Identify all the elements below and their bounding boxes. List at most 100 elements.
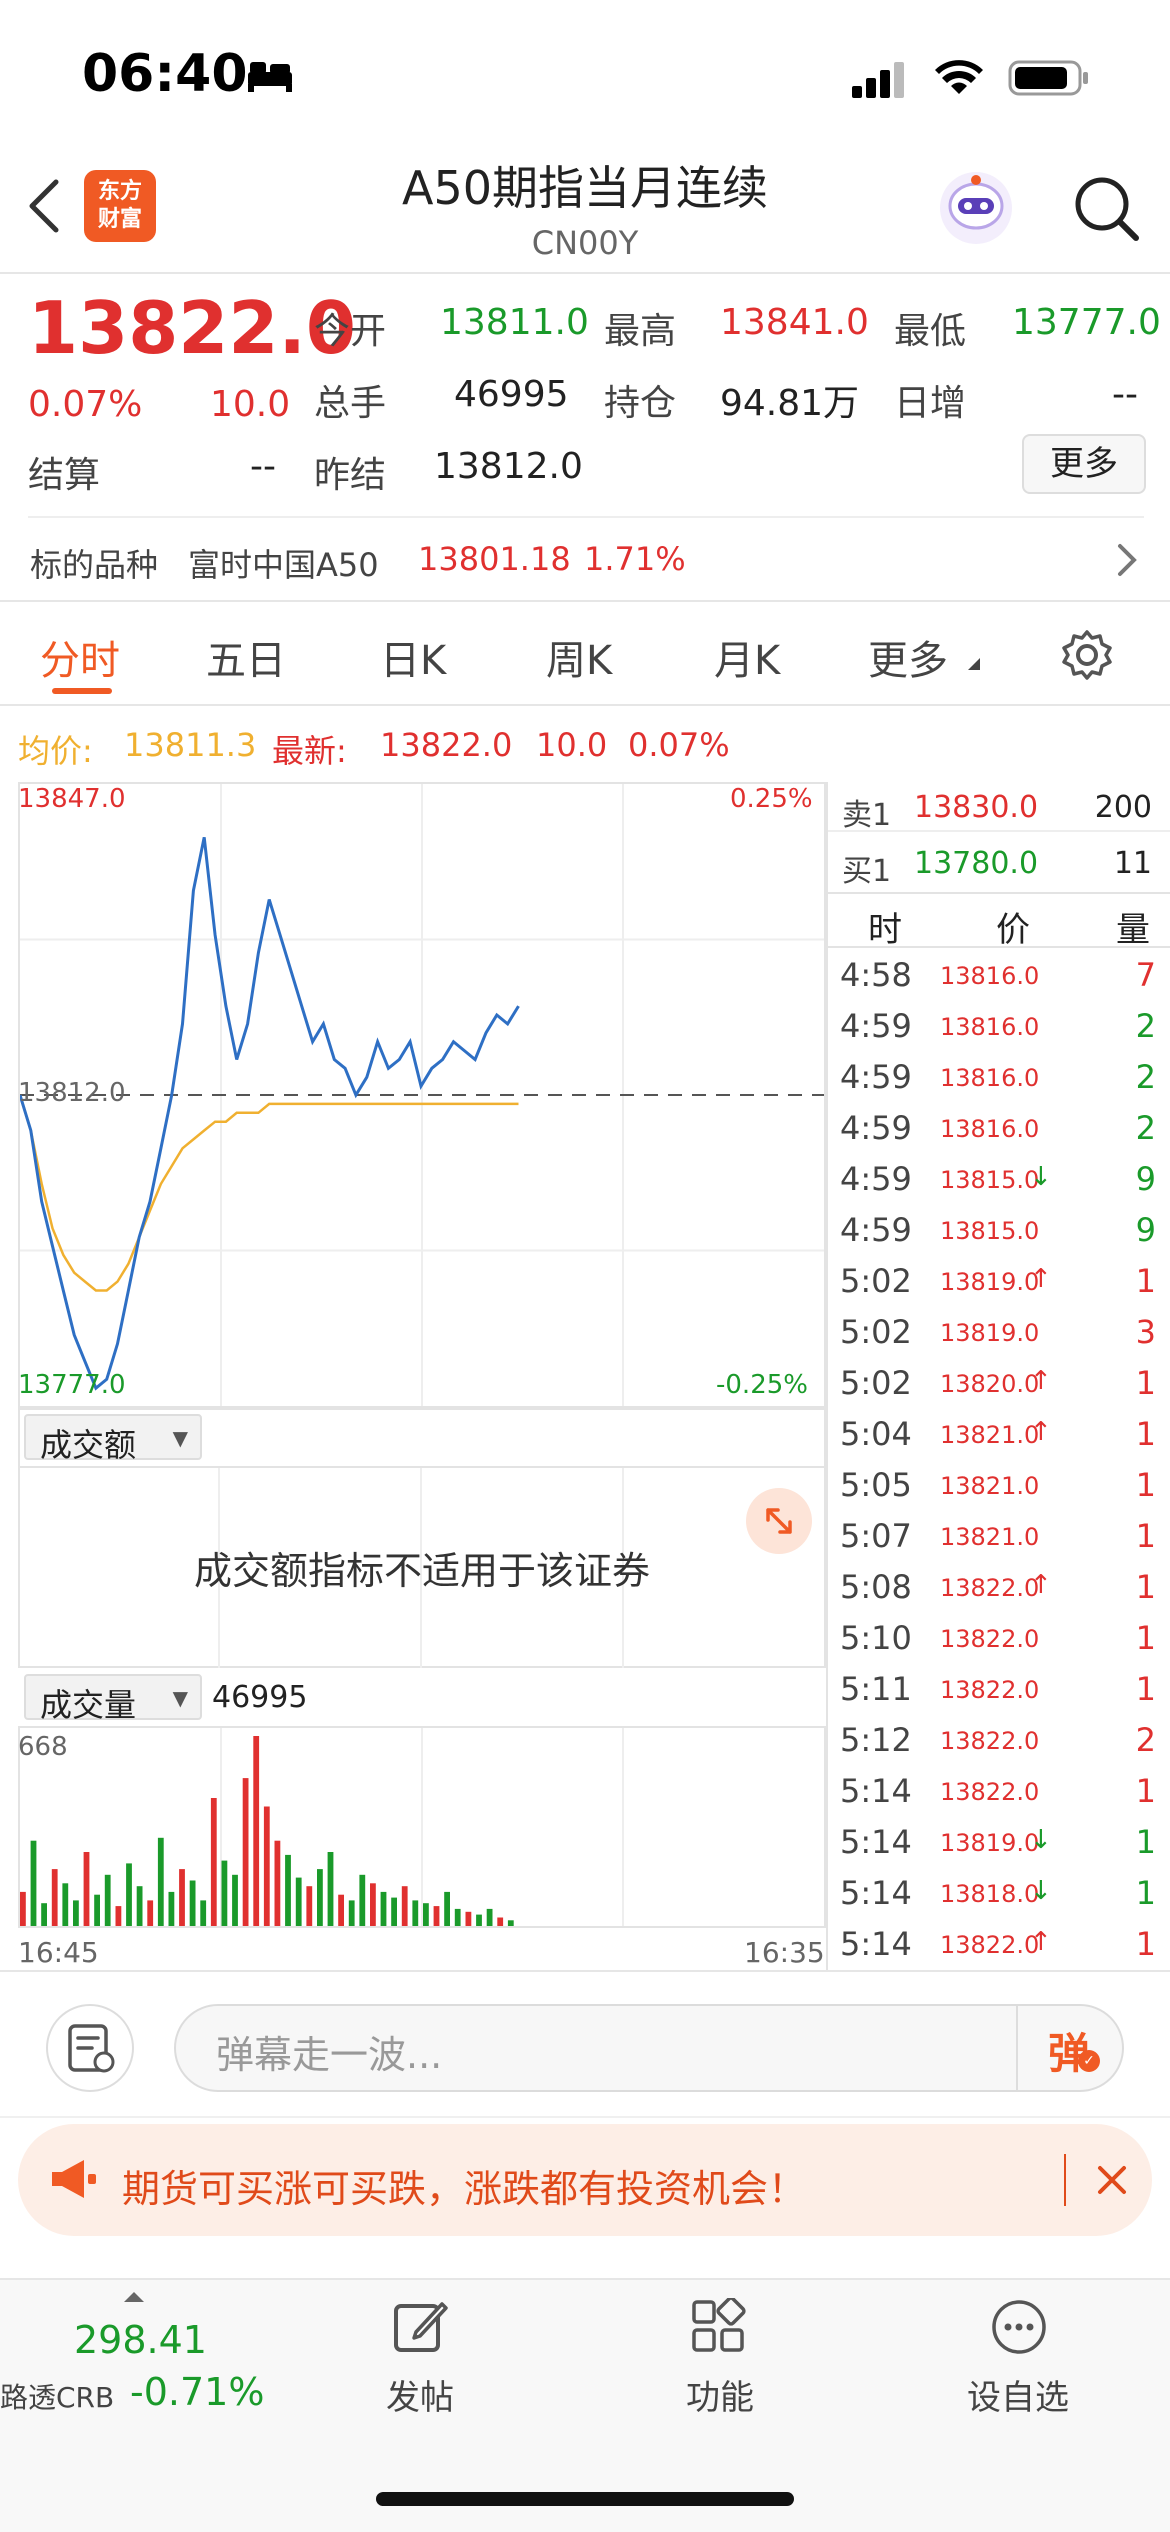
underlying-divider: [0, 600, 1170, 602]
tab-intraday[interactable]: 分时: [40, 628, 120, 686]
tick-price: 13815.0: [940, 1217, 1040, 1245]
volume-bar: [285, 1854, 291, 1926]
volume-bar: [380, 1891, 387, 1926]
volume-bar: [189, 1880, 196, 1926]
tick-volume: 1: [1135, 1364, 1156, 1402]
index-name[interactable]: 路透CRB: [0, 2376, 114, 2416]
volume-bar: [115, 1906, 122, 1926]
tick-volume: 1: [1135, 1568, 1156, 1606]
volume-bar: [104, 1874, 111, 1926]
volume-bar: [454, 1908, 461, 1926]
volume-bar: [348, 1900, 355, 1926]
volume-bar: [157, 1837, 164, 1926]
volume-chart-svg: [20, 1728, 624, 1926]
robot-assistant-icon[interactable]: [936, 168, 1016, 248]
tick-row: 4:59 13816.0 2: [826, 1101, 1170, 1152]
settings-gear-icon[interactable]: [1060, 628, 1114, 686]
promo-banner[interactable]: 期货可买涨可买跌，涨跌都有投资机会！: [18, 2124, 1152, 2236]
add-watchlist-button[interactable]: 设自选: [938, 2370, 1098, 2419]
underlying-label: 标的品种: [30, 546, 159, 584]
banner-divider: [1064, 2154, 1066, 2206]
arrow-up-icon: ↑: [1030, 1366, 1052, 1396]
volume-bar: [497, 1917, 504, 1926]
volume-chart-frame[interactable]: [18, 1726, 826, 1928]
time-start-label: 16:45: [18, 1936, 99, 1969]
danmaku-placeholder: 弹幕走一波...: [216, 2033, 443, 2077]
search-icon[interactable]: [1070, 172, 1142, 248]
tick-row: 4:59 13815.0 ↓ 9: [826, 1152, 1170, 1203]
functions-button[interactable]: 功能: [640, 2370, 800, 2419]
chart-y-bottom-label: 13777.0: [18, 1370, 126, 1400]
amount-dropdown[interactable]: 成交额 ▼: [24, 1414, 202, 1464]
functions-grid-icon[interactable]: [690, 2296, 746, 2358]
volume-dropdown-label: 成交量: [40, 1686, 137, 1724]
post-button[interactable]: 发帖: [340, 2370, 500, 2419]
status-time: 06:40: [82, 44, 248, 104]
tick-time: 5:04: [840, 1415, 912, 1453]
tick-time: 4:59: [840, 1109, 912, 1147]
tick-time: 4:59: [840, 1211, 912, 1249]
tick-row: 5:14 13819.0 ↓ 1: [826, 1815, 1170, 1866]
expand-icon[interactable]: [746, 1488, 812, 1554]
tick-price: 13816.0: [940, 1013, 1040, 1041]
close-icon[interactable]: [1092, 2160, 1132, 2204]
tab-daily-k[interactable]: 日K: [380, 628, 446, 686]
tick-volume: 7: [1135, 956, 1156, 994]
tab-more[interactable]: 更多: [868, 628, 948, 686]
tick-volume: 1: [1135, 1466, 1156, 1504]
volume-dropdown[interactable]: 成交量 ▼: [24, 1674, 202, 1724]
edit-post-icon[interactable]: [390, 2296, 450, 2360]
volume-bar: [51, 1869, 58, 1926]
volume-bar: [94, 1894, 100, 1926]
volume-bar: [274, 1840, 281, 1926]
expand-up-icon[interactable]: [122, 2288, 146, 2308]
volume-bar: [147, 1900, 154, 1926]
volume-bar: [433, 1906, 440, 1926]
signal-icon: [852, 60, 912, 104]
tick-volume: 1: [1135, 1670, 1156, 1708]
tab-monthly-k[interactable]: 月K: [714, 628, 780, 686]
volume-bar: [179, 1869, 185, 1926]
index-value[interactable]: 298.41: [74, 2318, 207, 2362]
index-pct[interactable]: -0.71%: [130, 2370, 264, 2414]
volume-bar: [391, 1897, 397, 1926]
volume-bar: [30, 1840, 37, 1926]
amount-panel-divider: [18, 1466, 826, 1468]
caret-down-icon: ▼: [172, 1686, 188, 1710]
tick-time: 5:07: [840, 1517, 912, 1555]
tick-header-row: 时 价 量: [826, 892, 1170, 950]
underlying-name[interactable]: 富时中国A50: [188, 540, 379, 586]
ask-volume: 200: [1094, 790, 1152, 825]
battery-icon: [1008, 58, 1092, 102]
volume-bar: [423, 1903, 429, 1926]
volume-bar: [444, 1891, 450, 1926]
price-chart-frame[interactable]: [18, 782, 826, 1408]
tick-price: 13815.0: [940, 1166, 1040, 1194]
news-list-icon[interactable]: [46, 2004, 134, 2092]
tick-row: 4:59 13815.0 9: [826, 1203, 1170, 1254]
volume-bar: [242, 1778, 249, 1926]
arrow-down-icon: ↓: [1030, 1825, 1052, 1855]
high-label: 最高: [604, 311, 677, 352]
bed-icon: [246, 58, 294, 94]
tick-volume: 2: [1135, 1721, 1156, 1759]
chevron-right-icon[interactable]: [1116, 540, 1140, 584]
volume-bar: [476, 1914, 482, 1926]
volume-bar: [327, 1852, 334, 1926]
arrow-down-icon: ↓: [1030, 1876, 1052, 1906]
avg-label: 均价:: [18, 732, 93, 770]
more-circle-icon[interactable]: [990, 2298, 1048, 2360]
tick-row: 5:02 13819.0 3: [826, 1305, 1170, 1356]
tick-price: 13816.0: [940, 1064, 1040, 1092]
tab-weekly-k[interactable]: 周K: [546, 628, 612, 686]
volume-bar: [200, 1900, 207, 1926]
more-button[interactable]: 更多: [1022, 434, 1146, 494]
low-value: 13777.0: [1012, 302, 1161, 343]
high-value: 13841.0: [720, 302, 869, 343]
bid-volume: 11: [1113, 846, 1152, 881]
danmaku-input[interactable]: 弹幕走一波... 弹 ✓: [174, 2004, 1124, 2092]
chart-y-mid-label: 13812.0: [18, 1078, 126, 1108]
volume-bar: [263, 1806, 270, 1926]
tick-time: 5:05: [840, 1466, 912, 1504]
tab-five-day[interactable]: 五日: [206, 628, 286, 686]
